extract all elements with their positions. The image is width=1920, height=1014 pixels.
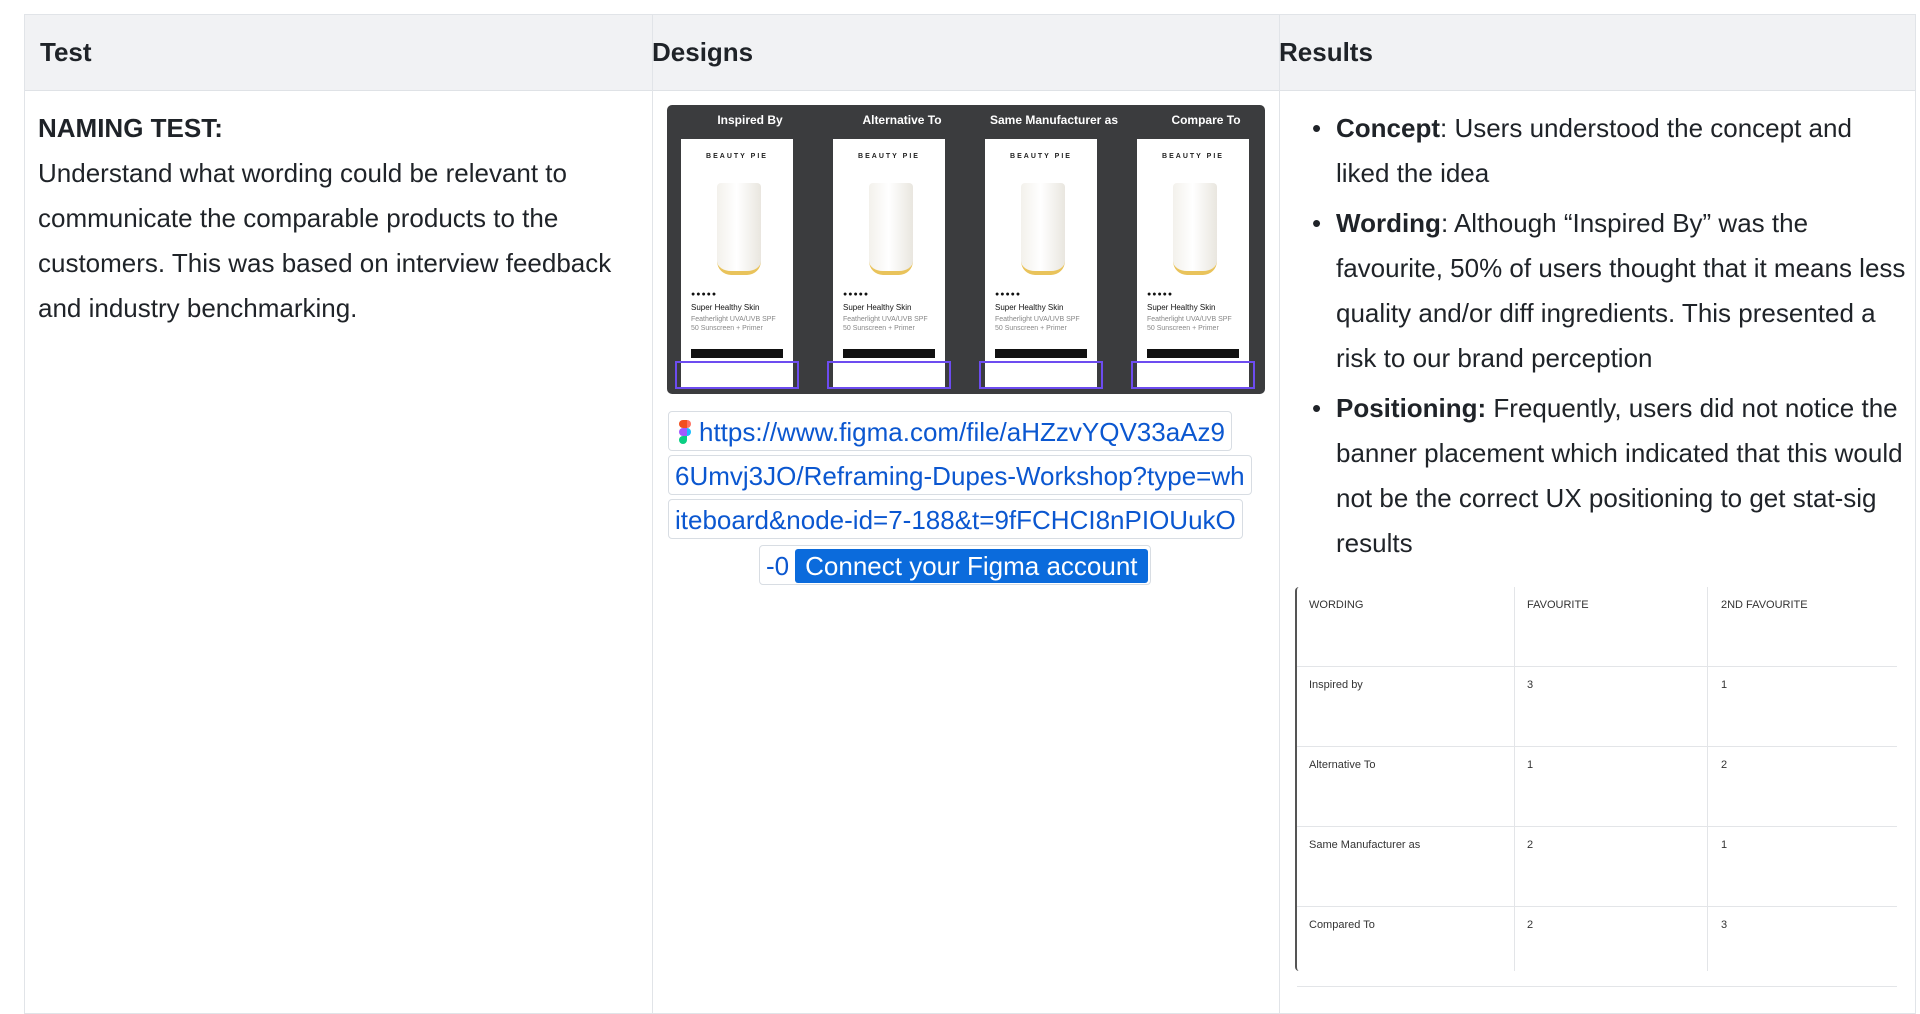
bullet-icon: • <box>1312 113 1322 143</box>
add-to-bag-bar <box>691 349 783 358</box>
figma-icon <box>679 420 691 444</box>
result-item-concept: • Concept: Users understood the concept … <box>1306 106 1906 196</box>
mini-table-cell: Alternative To <box>1309 759 1376 771</box>
design-phone-mockup: BEAUTY PIE ●●●●● Super Healthy Skin Feather… <box>1131 139 1255 389</box>
mini-table-cell: Same Manufacturer as <box>1309 839 1421 851</box>
product-description: Featherlight UVA/UVB SPF 50 Sunscreen + … <box>1147 316 1232 332</box>
banner-highlight <box>1131 361 1255 389</box>
product-bottle <box>869 183 913 275</box>
column-divider <box>1279 15 1280 1014</box>
test-description: Understand what wording could be relevan… <box>38 158 612 323</box>
mini-table-row: Same Manufacturer as 2 1 <box>1297 827 1897 907</box>
result-item-wording: • Wording: Although “Inspired By” was th… <box>1306 201 1906 381</box>
header-test: Test <box>40 37 92 67</box>
figma-link-line-3[interactable]: iteboard&node-id=7-188&t=9fFCHCI8nPIOUuk… <box>668 499 1243 539</box>
header-designs: Designs <box>652 37 754 67</box>
figma-link-text-2[interactable]: 6Umvj3JO/Reframing-Dupes-Workshop?type=w… <box>675 461 1245 491</box>
product-description: Featherlight UVA/UVB SPF 50 Sunscreen + … <box>691 316 776 332</box>
figma-link-line-1[interactable]: https://www.figma.com/file/aHZzvYQV33aAz… <box>668 411 1232 451</box>
add-to-bag-bar <box>1147 349 1239 358</box>
mini-table-cell: 2 <box>1527 919 1534 931</box>
product-bottle <box>1021 183 1065 275</box>
product-name: Super Healthy Skin <box>1147 303 1216 312</box>
figma-link-text-4[interactable]: -0 <box>766 551 789 581</box>
bullet-icon: • <box>1312 393 1322 423</box>
mini-table-cell: 1 <box>1527 759 1534 771</box>
result-label: Concept <box>1336 113 1440 143</box>
mini-table-cell: 1 <box>1721 839 1728 851</box>
bullet-icon: • <box>1312 208 1322 238</box>
mini-table-cell: FAVOURITE <box>1527 599 1589 611</box>
rating-stars: ●●●●● <box>1147 291 1174 298</box>
product-bottle <box>1173 183 1217 275</box>
brand-name: BEAUTY PIE <box>1010 153 1072 160</box>
rating-stars: ●●●●● <box>995 291 1022 298</box>
mini-table-cell: 3 <box>1527 679 1534 691</box>
results-cell: • Concept: Users understood the concept … <box>1306 106 1906 571</box>
result-label: Positioning: <box>1336 393 1487 423</box>
mini-table-cell: 2 <box>1721 759 1728 771</box>
brand-name: BEAUTY PIE <box>706 153 768 160</box>
mini-table-row: Compared To 2 3 <box>1297 907 1897 987</box>
product-name: Super Healthy Skin <box>995 303 1064 312</box>
product-name: Super Healthy Skin <box>843 303 912 312</box>
banner-highlight <box>675 361 799 389</box>
product-bottle <box>717 183 761 275</box>
add-to-bag-bar <box>995 349 1087 358</box>
design-phone-mockup: BEAUTY PIE ●●●●● Super Healthy Skin Feather… <box>827 139 951 389</box>
design-label: Same Manufacturer as <box>989 113 1119 127</box>
wording-results-table: WORDING FAVOURITE 2ND FAVOURITE Inspired by… <box>1295 587 1897 987</box>
design-label: Compare To <box>1171 113 1241 127</box>
results-list: • Concept: Users understood the concept … <box>1306 106 1906 566</box>
designs-image[interactable]: Inspired By BEAUTY PIE ●●●●● Super Healthy … <box>667 105 1265 394</box>
product-description: Featherlight UVA/UVB SPF 50 Sunscreen + … <box>843 316 928 332</box>
figma-link-text-3[interactable]: iteboard&node-id=7-188&t=9fFCHCI8nPIOUuk… <box>675 505 1236 535</box>
mini-table-cell: 1 <box>1721 679 1728 691</box>
rating-stars: ●●●●● <box>843 291 870 298</box>
mini-table-cell: 2ND FAVOURITE <box>1721 599 1808 611</box>
mini-table-cell: 2 <box>1527 839 1534 851</box>
result-label: Wording <box>1336 208 1441 238</box>
figma-link-line-2[interactable]: 6Umvj3JO/Reframing-Dupes-Workshop?type=w… <box>668 455 1252 495</box>
brand-name: BEAUTY PIE <box>1162 153 1224 160</box>
mini-table-cell: Inspired by <box>1309 679 1363 691</box>
product-description: Featherlight UVA/UVB SPF 50 Sunscreen + … <box>995 316 1080 332</box>
mini-table-cell: WORDING <box>1309 599 1364 611</box>
test-title: NAMING TEST: <box>38 113 223 143</box>
figma-link-line-4[interactable]: -0 Connect your Figma account <box>759 545 1151 585</box>
design-label: Inspired By <box>717 113 783 127</box>
design-phone-mockup: BEAUTY PIE ●●●●● Super Healthy Skin Feather… <box>675 139 799 389</box>
table-header-row: Test Designs Results <box>25 15 1915 91</box>
brand-name: BEAUTY PIE <box>858 153 920 160</box>
banner-highlight <box>827 361 951 389</box>
result-item-positioning: • Positioning: Frequently, users did not… <box>1306 386 1906 566</box>
connect-figma-button[interactable]: Connect your Figma account <box>795 549 1148 583</box>
mini-table-header-row: WORDING FAVOURITE 2ND FAVOURITE <box>1297 587 1897 667</box>
rating-stars: ●●●●● <box>691 291 718 298</box>
product-name: Super Healthy Skin <box>691 303 760 312</box>
column-divider <box>652 15 653 1014</box>
header-results: Results <box>1279 37 1373 67</box>
design-phone-mockup: BEAUTY PIE ●●●●● Super Healthy Skin Feather… <box>979 139 1103 389</box>
figma-link-text-1[interactable]: https://www.figma.com/file/aHZzvYQV33aAz… <box>699 417 1225 447</box>
mini-table-cell: 3 <box>1721 919 1728 931</box>
banner-highlight <box>979 361 1103 389</box>
design-label: Alternative To <box>862 113 942 127</box>
mini-table-row: Inspired by 3 1 <box>1297 667 1897 747</box>
test-cell: NAMING TEST: Understand what wording cou… <box>38 106 628 331</box>
add-to-bag-bar <box>843 349 935 358</box>
mini-table-row: Alternative To 1 2 <box>1297 747 1897 827</box>
mini-table-cell: Compared To <box>1309 919 1375 931</box>
